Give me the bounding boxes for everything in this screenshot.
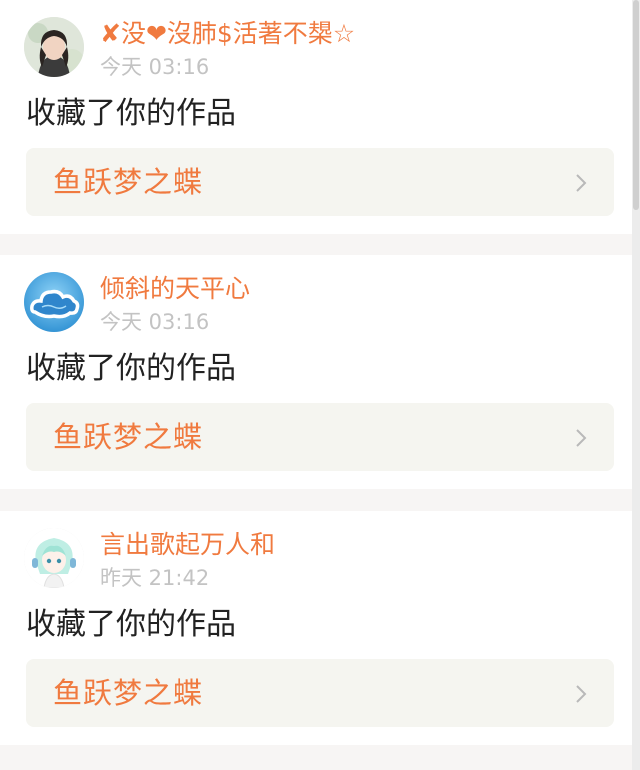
notification-card: 倾斜的天平心 今天 03:16 收藏了你的作品 鱼跃梦之蝶 (0, 255, 632, 489)
username[interactable]: 言出歌起万人和 (100, 527, 275, 563)
username[interactable]: 倾斜的天平心 (100, 271, 250, 307)
work-title: 鱼跃梦之蝶 (53, 676, 204, 710)
chevron-right-icon (576, 174, 587, 192)
username[interactable]: ✘没❤沒肺$活著不槼☆ (100, 16, 355, 52)
notification-card: 言出歌起万人和 昨天 21:42 收藏了你的作品 鱼跃梦之蝶 (0, 511, 632, 745)
scrollbar[interactable] (632, 0, 640, 770)
action-text: 收藏了你的作品 (26, 351, 236, 386)
timestamp: 今天 03:16 (100, 310, 210, 334)
timestamp: 今天 03:16 (100, 55, 210, 79)
avatar[interactable] (24, 17, 84, 77)
chevron-right-icon (576, 685, 587, 703)
work-title: 鱼跃梦之蝶 (53, 165, 204, 199)
avatar[interactable] (24, 528, 84, 588)
work-link[interactable]: 鱼跃梦之蝶 (26, 659, 614, 727)
chevron-right-icon (576, 429, 587, 447)
work-link[interactable]: 鱼跃梦之蝶 (26, 148, 614, 216)
work-title: 鱼跃梦之蝶 (53, 420, 204, 454)
anime-character-avatar-icon (24, 528, 84, 588)
action-text: 收藏了你的作品 (26, 96, 236, 131)
cloud-avatar-icon (24, 272, 84, 332)
scrollbar-thumb[interactable] (633, 0, 639, 210)
timestamp: 昨天 21:42 (100, 566, 210, 590)
user-photo-avatar-icon (24, 17, 84, 77)
work-link[interactable]: 鱼跃梦之蝶 (26, 403, 614, 471)
action-text: 收藏了你的作品 (26, 607, 236, 642)
notification-card: ✘没❤沒肺$活著不槼☆ 今天 03:16 收藏了你的作品 鱼跃梦之蝶 (0, 0, 632, 234)
avatar[interactable] (24, 272, 84, 332)
